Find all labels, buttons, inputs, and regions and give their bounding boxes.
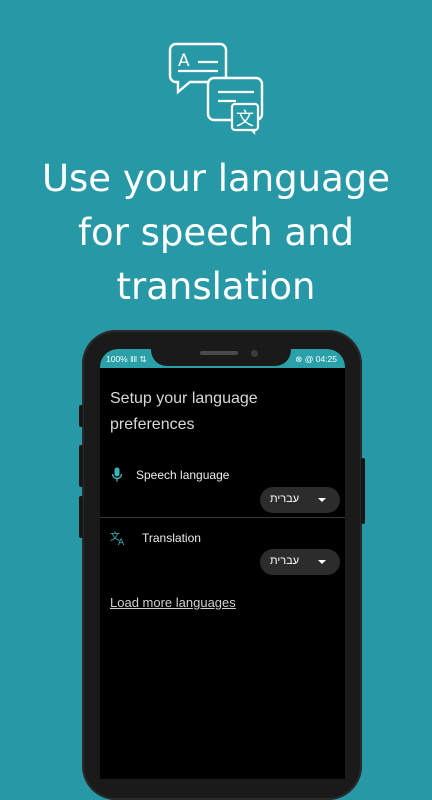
- translate-icon: 文 A: [110, 530, 125, 546]
- divider: [100, 517, 345, 518]
- bubble-glyph-a: A: [178, 51, 190, 71]
- headline-line-3: translation: [116, 265, 316, 308]
- status-right: ⊗ @ 04:25: [295, 354, 337, 364]
- translation-value: עברית: [270, 555, 300, 567]
- chevron-down-icon: [318, 560, 326, 564]
- svg-text:A: A: [118, 538, 125, 546]
- translate-bubbles-icon: A 文: [168, 42, 264, 135]
- speech-language-value: עברית: [270, 493, 300, 505]
- translation-label: Translation: [142, 531, 201, 545]
- speech-language-dropdown[interactable]: עברית: [260, 487, 340, 513]
- headline: Use your language for speech and transla…: [0, 152, 432, 314]
- mic-icon: [111, 467, 123, 482]
- volume-down-button: [79, 445, 83, 487]
- bubble-glyph-b: 文: [236, 109, 254, 130]
- chevron-down-icon: [318, 498, 326, 502]
- speaker-grille: [200, 351, 238, 355]
- status-left: 100% ‖‖ ⇅: [106, 354, 147, 364]
- phone-screen: 100% ‖‖ ⇅ ⊗ @ 04:25 Setup your language …: [100, 349, 345, 779]
- volume-up-button: [79, 405, 83, 427]
- power-button: [361, 458, 365, 524]
- bixby-button: [79, 496, 83, 538]
- headline-line-1: Use your language: [41, 157, 391, 200]
- headline-line-2: for speech and: [77, 211, 355, 254]
- setup-title: Setup your language preferences: [110, 390, 258, 433]
- speech-language-label: Speech language: [136, 468, 230, 482]
- front-camera: [251, 350, 258, 357]
- translation-dropdown[interactable]: עברית: [260, 549, 340, 575]
- load-more-languages-link[interactable]: Load more languages: [110, 595, 236, 610]
